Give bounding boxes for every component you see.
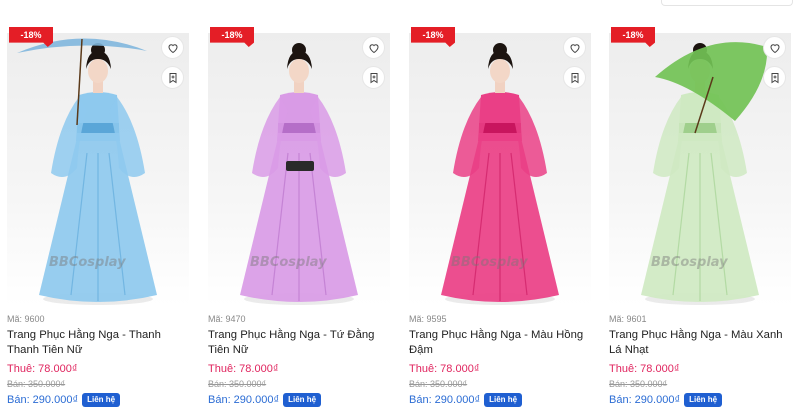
- hair-bun: [493, 43, 507, 57]
- watermark: BBCosplay: [451, 255, 528, 270]
- old-price: Bán: 350.000₫: [409, 379, 468, 389]
- contact-button[interactable]: Liên hệ: [82, 392, 121, 407]
- product-code: Mã: 9601: [609, 314, 647, 324]
- product-card[interactable]: BBCosplay -18% Mã: 9595 Trang Phục Hằng …: [409, 27, 591, 412]
- bookmark-plus-icon: [771, 72, 778, 83]
- contact-button[interactable]: Liên hệ: [283, 392, 322, 407]
- sale-price: Bán: 290.000₫: [208, 393, 280, 406]
- sale-row: Bán: 290.000₫ Liên hệ: [609, 392, 723, 407]
- save-button[interactable]: [763, 66, 786, 89]
- wishlist-button[interactable]: [763, 36, 786, 59]
- old-price: Bán: 350.000₫: [208, 379, 267, 389]
- save-button[interactable]: [563, 66, 586, 89]
- rent-price: Thuê: 78.000₫: [609, 363, 680, 375]
- face: [88, 59, 108, 83]
- dress-sash: [679, 123, 721, 133]
- dress-sash: [479, 123, 521, 133]
- contact-button[interactable]: Liên hệ: [684, 392, 723, 407]
- save-button[interactable]: [161, 66, 184, 89]
- heart-icon: [769, 43, 780, 53]
- save-button[interactable]: [362, 66, 385, 89]
- product-card[interactable]: BBCosplay -18% Mã: 9470 Trang Phục Hằng …: [208, 27, 390, 412]
- old-price: Bán: 350.000₫: [609, 379, 668, 389]
- product-code: Mã: 9595: [409, 314, 447, 324]
- old-price: Bán: 350.000₫: [7, 379, 66, 389]
- sale-row: Bán: 290.000₫ Liên hệ: [208, 392, 322, 407]
- dress-sash: [278, 123, 320, 133]
- watermark: BBCosplay: [250, 255, 327, 270]
- rent-price: Thuê: 78.000₫: [208, 363, 279, 375]
- sale-price: Bán: 290.000₫: [609, 393, 681, 406]
- sale-price: Bán: 290.000₫: [7, 393, 79, 406]
- watermark: BBCosplay: [651, 255, 728, 270]
- rent-price: Thuê: 78.000₫: [7, 363, 78, 375]
- clutch-bag: [286, 161, 314, 171]
- product-code: Mã: 9470: [208, 314, 246, 324]
- bookmark-plus-icon: [370, 72, 377, 83]
- sale-price: Bán: 290.000₫: [409, 393, 481, 406]
- wishlist-button[interactable]: [161, 36, 184, 59]
- sale-row: Bán: 290.000₫ Liên hệ: [7, 392, 121, 407]
- sale-row: Bán: 290.000₫ Liên hệ: [409, 392, 523, 407]
- product-grid: BBCosplay -18% Mã: 9600 Trang Phục Hằng …: [0, 0, 800, 412]
- contact-button[interactable]: Liên hệ: [484, 392, 523, 407]
- wishlist-button[interactable]: [362, 36, 385, 59]
- product-card[interactable]: BBCosplay -18% Mã: 9601 Trang Phục Hằng …: [609, 27, 791, 412]
- product-name[interactable]: Trang Phục Hằng Nga - Tứ Đằng Tiên Nữ: [208, 328, 390, 357]
- bookmark-plus-icon: [169, 72, 176, 83]
- rent-price: Thuê: 78.000₫: [409, 363, 480, 375]
- heart-icon: [569, 43, 580, 53]
- heart-icon: [368, 43, 379, 53]
- wishlist-button[interactable]: [563, 36, 586, 59]
- hair-bun: [292, 43, 306, 57]
- product-name[interactable]: Trang Phục Hằng Nga - Màu Xanh Lá Nhạt: [609, 328, 791, 357]
- dress-sash: [77, 123, 119, 133]
- product-card[interactable]: BBCosplay -18% Mã: 9600 Trang Phục Hằng …: [7, 27, 189, 412]
- watermark: BBCosplay: [49, 255, 126, 270]
- product-code: Mã: 9600: [7, 314, 45, 324]
- face: [289, 59, 309, 83]
- product-name[interactable]: Trang Phục Hằng Nga - Thanh Thanh Tiên N…: [7, 328, 189, 357]
- product-name[interactable]: Trang Phục Hằng Nga - Màu Hồng Đậm: [409, 328, 591, 357]
- bookmark-plus-icon: [571, 72, 578, 83]
- face: [490, 59, 510, 83]
- heart-icon: [167, 43, 178, 53]
